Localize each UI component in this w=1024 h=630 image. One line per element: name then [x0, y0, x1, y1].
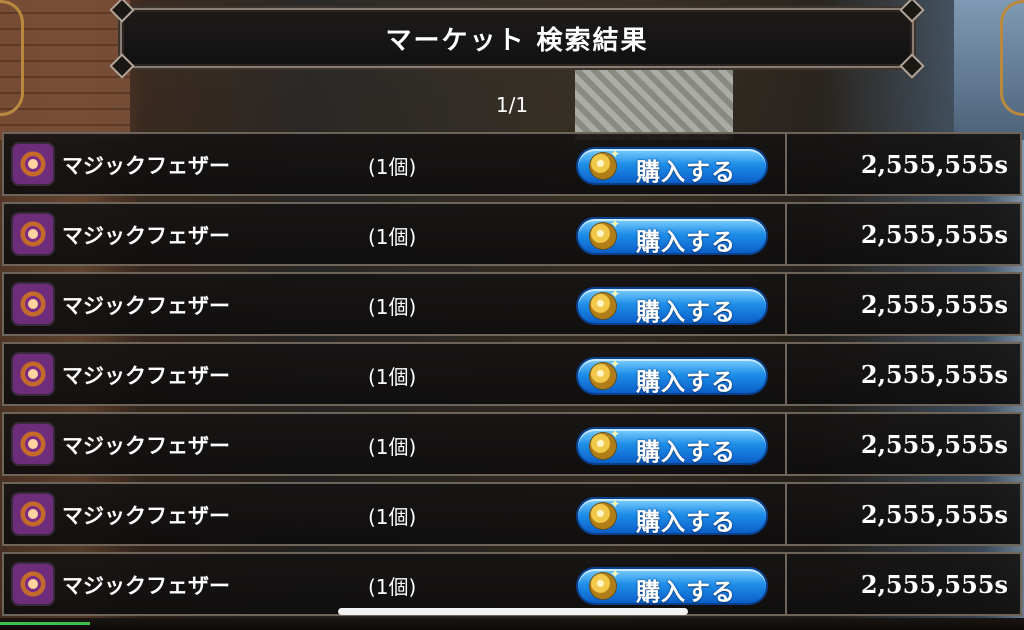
item-price: 2,555,555s	[860, 570, 1008, 599]
buy-button-label: 購入する	[636, 438, 736, 466]
buy-button[interactable]: ✦ 購入する	[576, 287, 768, 326]
item-name: マジックフェザー	[62, 504, 230, 528]
buy-button-label: 購入する	[636, 158, 736, 186]
sparkle-icon: ✦	[610, 497, 621, 511]
column-divider	[785, 344, 787, 404]
page-indicator: 1/1	[495, 93, 529, 117]
buy-button[interactable]: ✦ 購入する	[576, 427, 768, 466]
item-quantity: (1個)	[368, 295, 417, 319]
magic-feather-icon	[13, 424, 53, 464]
listing-row[interactable]: マジックフェザー (1個) ✦ 購入する 2,555,555s	[2, 202, 1022, 266]
magic-feather-icon	[13, 564, 53, 604]
column-divider	[785, 484, 787, 544]
magic-feather-icon	[13, 214, 53, 254]
item-quantity: (1個)	[368, 575, 417, 599]
buy-button[interactable]: ✦ 購入する	[576, 147, 768, 186]
item-name: マジックフェザー	[62, 154, 230, 178]
column-divider	[785, 204, 787, 264]
buy-button-label: 購入する	[636, 508, 736, 536]
market-header: マーケット 検索結果	[109, 0, 925, 79]
item-price: 2,555,555s	[860, 500, 1008, 529]
item-quantity: (1個)	[368, 365, 417, 389]
listing-row[interactable]: マジックフェザー (1個) ✦ 購入する 2,555,555s	[2, 482, 1022, 546]
item-name: マジックフェザー	[62, 294, 230, 318]
magic-feather-icon	[13, 354, 53, 394]
progress-indicator	[0, 622, 90, 625]
sparkle-icon: ✦	[610, 357, 621, 371]
sparkle-icon: ✦	[610, 567, 621, 581]
buy-button-label: 購入する	[636, 298, 736, 326]
item-name: マジックフェザー	[62, 574, 230, 598]
item-name: マジックフェザー	[62, 364, 230, 388]
listing-row[interactable]: マジックフェザー (1個) ✦ 購入する 2,555,555s	[2, 132, 1022, 196]
item-price: 2,555,555s	[860, 290, 1008, 319]
listing-row[interactable]: マジックフェザー (1個) ✦ 購入する 2,555,555s	[2, 272, 1022, 336]
bottom-status-bar	[0, 618, 1024, 630]
sparkle-icon: ✦	[610, 217, 621, 231]
column-divider	[785, 554, 787, 614]
item-price: 2,555,555s	[860, 220, 1008, 249]
sparkle-icon: ✦	[610, 287, 621, 301]
home-indicator[interactable]	[338, 608, 688, 615]
item-quantity: (1個)	[368, 155, 417, 179]
buy-button[interactable]: ✦ 購入する	[576, 567, 768, 606]
column-divider	[785, 414, 787, 474]
buy-button-label: 購入する	[636, 228, 736, 256]
magic-feather-icon	[13, 144, 53, 184]
magic-feather-icon	[13, 284, 53, 324]
page-title: マーケット 検索結果	[385, 25, 649, 56]
magic-feather-icon	[13, 494, 53, 534]
item-quantity: (1個)	[368, 435, 417, 459]
listing-row[interactable]: マジックフェザー (1個) ✦ 購入する 2,555,555s	[2, 412, 1022, 476]
column-divider	[785, 134, 787, 194]
sparkle-icon: ✦	[610, 427, 621, 441]
item-quantity: (1個)	[368, 225, 417, 249]
search-results-list[interactable]: マジックフェザー (1個) ✦ 購入する 2,555,555s マジックフェザー…	[0, 132, 1024, 616]
listing-row[interactable]: マジックフェザー (1個) ✦ 購入する 2,555,555s	[2, 552, 1022, 616]
buy-button[interactable]: ✦ 購入する	[576, 217, 768, 256]
item-price: 2,555,555s	[860, 360, 1008, 389]
item-name: マジックフェザー	[62, 224, 230, 248]
item-quantity: (1個)	[368, 505, 417, 529]
listing-row[interactable]: マジックフェザー (1個) ✦ 購入する 2,555,555s	[2, 342, 1022, 406]
buy-button-label: 購入する	[636, 578, 736, 606]
item-price: 2,555,555s	[860, 150, 1008, 179]
sparkle-icon: ✦	[610, 147, 621, 161]
buy-button[interactable]: ✦ 購入する	[576, 357, 768, 396]
item-price: 2,555,555s	[860, 430, 1008, 459]
column-divider	[785, 274, 787, 334]
buy-button-label: 購入する	[636, 368, 736, 396]
buy-button[interactable]: ✦ 購入する	[576, 497, 768, 536]
item-name: マジックフェザー	[62, 434, 230, 458]
